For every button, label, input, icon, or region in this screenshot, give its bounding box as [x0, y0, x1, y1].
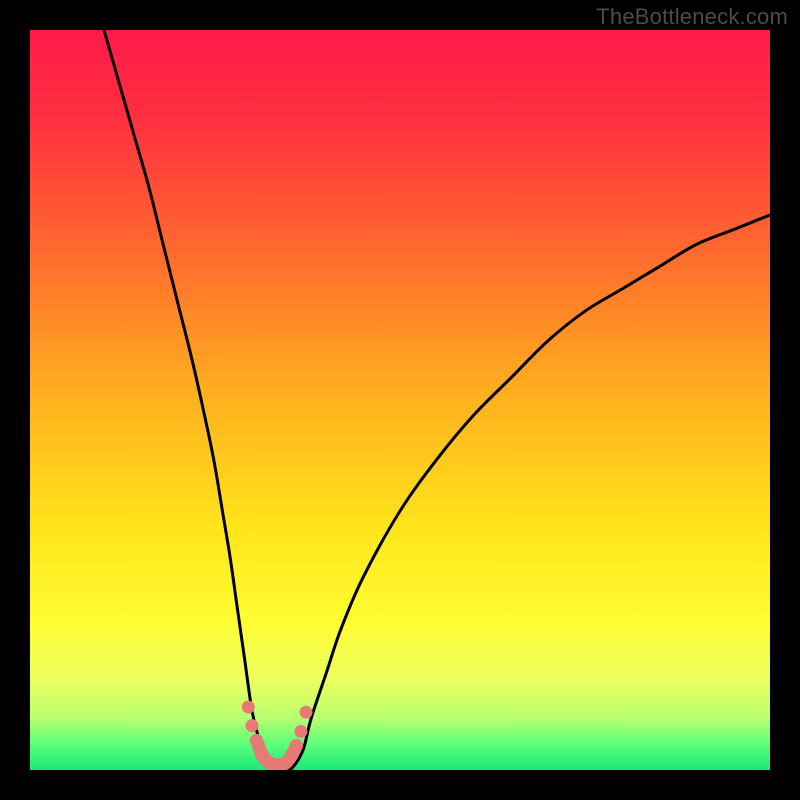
chart-svg [30, 30, 770, 770]
highlight-dot [294, 725, 307, 738]
highlight-dot [290, 739, 303, 752]
watermark-text: TheBottleneck.com [596, 4, 788, 30]
gradient-background [30, 30, 770, 770]
chart-frame: TheBottleneck.com [0, 0, 800, 800]
highlight-dot [250, 734, 263, 747]
highlight-dot [300, 706, 313, 719]
chart-plot-area [30, 30, 770, 770]
highlight-dot [242, 701, 255, 714]
highlight-dot [246, 719, 259, 732]
